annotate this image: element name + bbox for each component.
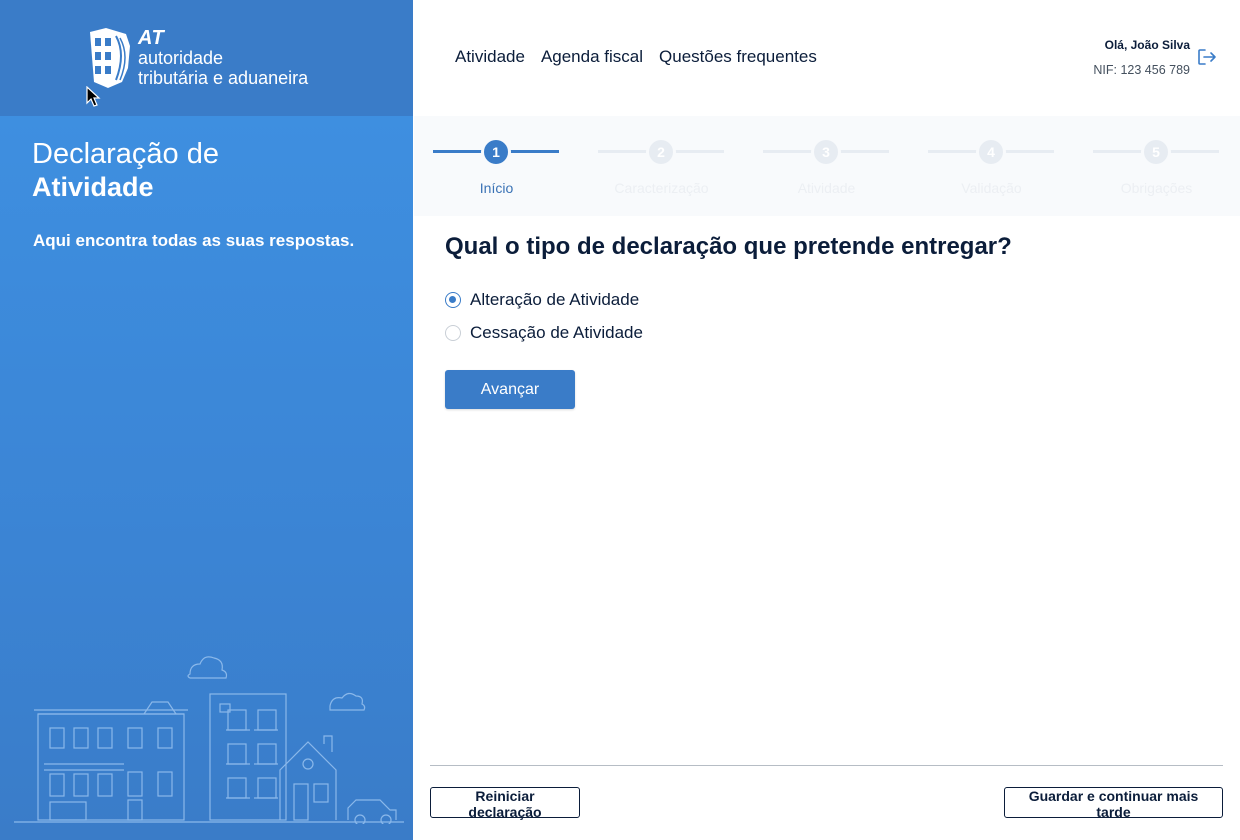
- restart-declaration-button[interactable]: Reiniciar declaração: [430, 787, 580, 820]
- logo-text: AT autoridade tributária e aduaneira: [138, 28, 308, 88]
- logo-at: AT: [138, 27, 165, 49]
- user-greeting: Olá, João Silva: [1104, 38, 1190, 52]
- at-logo[interactable]: AT autoridade tributária e aduaneira: [86, 24, 336, 96]
- step-number: 4: [976, 137, 1006, 167]
- at-emblem-icon: [90, 28, 130, 88]
- brand-header: AT autoridade tributária e aduaneira: [0, 0, 413, 116]
- main-nav: Atividade Agenda fiscal Questões frequen…: [455, 47, 817, 67]
- step-label: Validação: [961, 180, 1022, 196]
- step-label: Atividade: [797, 180, 856, 196]
- mouse-cursor-icon: [86, 86, 101, 107]
- progress-stepper: 1 Início 2 Caracterização 3 Atividade 4 …: [414, 116, 1240, 216]
- nav-questoes-frequentes[interactable]: Questões frequentes: [659, 47, 817, 67]
- step-2: 2 Caracterização: [579, 116, 744, 216]
- step-1[interactable]: 1 Início: [414, 116, 579, 216]
- step-number: 1: [481, 137, 511, 167]
- step-3: 3 Atividade: [744, 116, 909, 216]
- save-continue-later-button[interactable]: Guardar e continuar mais tarde: [1004, 787, 1223, 820]
- form-question: Qual o tipo de declaração que pretende e…: [445, 233, 1012, 260]
- sidebar: Declaração de Atividade Aqui encontra to…: [0, 116, 413, 840]
- city-illustration-icon: [14, 656, 404, 824]
- option-alteracao[interactable]: Alteração de Atividade: [445, 290, 639, 310]
- logo-line-2: tributária e aduaneira: [138, 68, 309, 88]
- user-info: Olá, João Silva NIF: 123 456 789: [1093, 38, 1190, 77]
- step-label: Obrigações: [1120, 180, 1193, 196]
- step-4: 4 Validação: [909, 116, 1074, 216]
- step-number: 5: [1141, 137, 1171, 167]
- logo-line-1: autoridade: [138, 48, 224, 68]
- advance-button[interactable]: Avançar: [445, 370, 575, 409]
- step-number: 2: [646, 137, 676, 167]
- page-title-light: Declaração de: [32, 138, 219, 170]
- step-label: Caracterização: [614, 180, 709, 196]
- radio-cessacao[interactable]: [445, 325, 461, 341]
- logout-icon[interactable]: [1197, 48, 1217, 66]
- footer-divider: [430, 765, 1223, 766]
- user-nif: NIF: 123 456 789: [1093, 63, 1190, 77]
- option-label: Alteração de Atividade: [470, 290, 640, 309]
- step-5: 5 Obrigações: [1074, 116, 1239, 216]
- step-label: Início: [479, 180, 514, 196]
- radio-alteracao[interactable]: [445, 292, 461, 308]
- option-label: Cessação de Atividade: [470, 323, 643, 342]
- nav-atividade[interactable]: Atividade: [455, 47, 525, 67]
- page-title-bold: Atividade: [32, 172, 154, 202]
- nav-agenda-fiscal[interactable]: Agenda fiscal: [541, 47, 643, 67]
- page-subtitle: Aqui encontra todas as suas respostas.: [33, 231, 355, 250]
- option-cessacao[interactable]: Cessação de Atividade: [445, 323, 643, 343]
- step-number: 3: [811, 137, 841, 167]
